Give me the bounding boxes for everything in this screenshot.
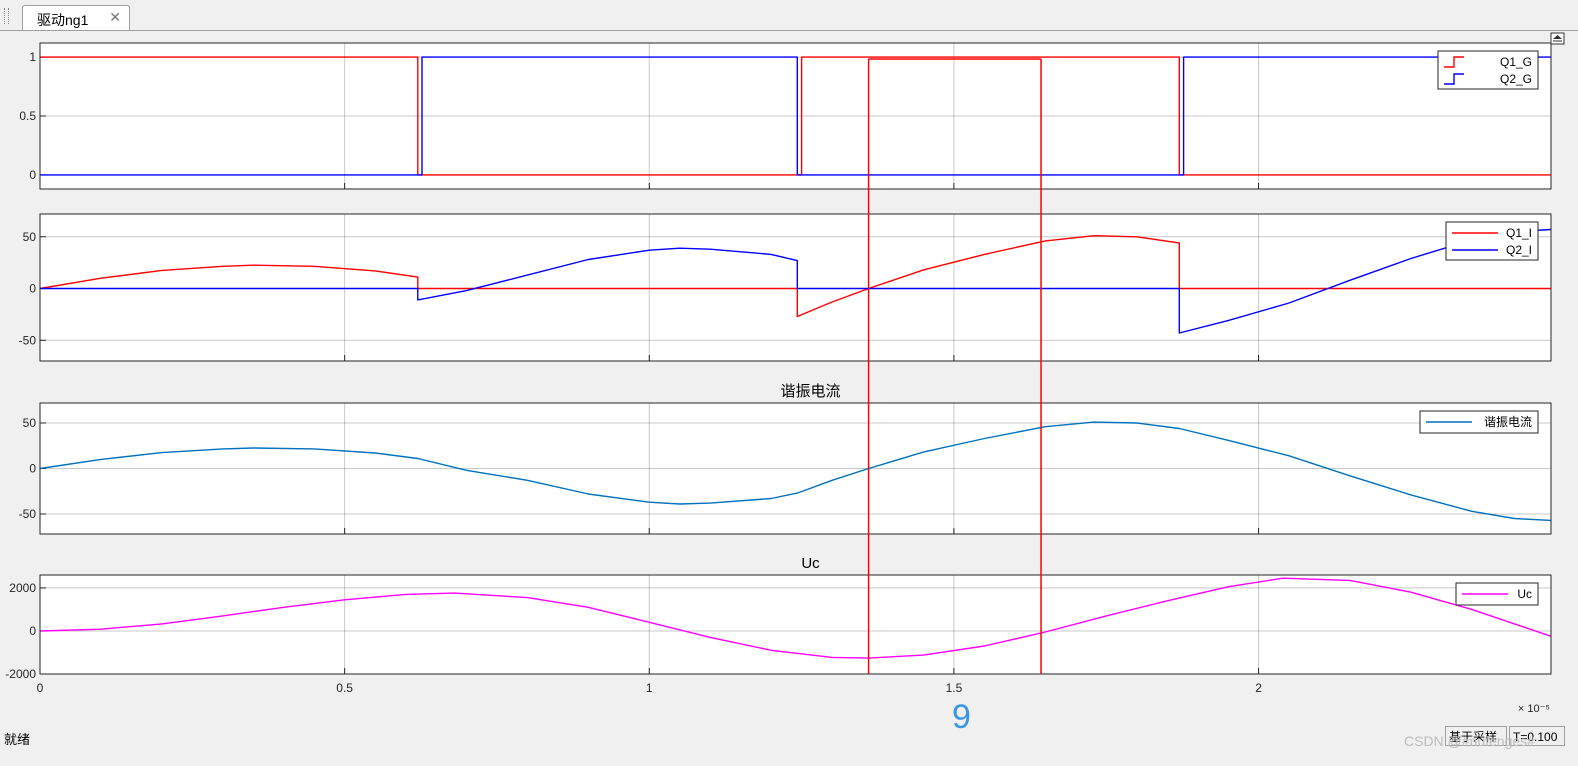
y-tick-label: -2000 — [5, 667, 36, 681]
legend-label: Q1_I — [1506, 226, 1532, 240]
legend-label: Q2_I — [1506, 243, 1532, 257]
y-tick-label: 50 — [23, 230, 37, 244]
y-tick-label: 0 — [29, 168, 36, 182]
y-tick-label: 0 — [29, 624, 36, 638]
y-tick-label: 50 — [23, 416, 37, 430]
x-tick-label: 1.5 — [946, 681, 963, 695]
axes-title: 谐振电流 — [780, 383, 840, 400]
y-tick-label: 2000 — [9, 581, 36, 595]
tab-scope[interactable]: 驱动ng1 ✕ — [22, 5, 130, 30]
y-tick-label: 1 — [29, 50, 36, 64]
y-tick-label: 0.5 — [19, 109, 36, 123]
legend-label: 谐振电流 — [1484, 415, 1532, 429]
page-number-overlay: 9 — [952, 698, 971, 736]
scope-plot-area[interactable]: 00.51 Q1_GQ2_G500-50Q1_IQ2_I500-50谐振电流谐振电… — [0, 31, 1578, 721]
document-tabbar: 驱动ng1 ✕ — [0, 0, 1578, 31]
x-tick-label: 2 — [1255, 681, 1262, 695]
y-tick-label: 0 — [29, 282, 36, 296]
status-ready-text: 就绪 — [4, 732, 31, 747]
x-exponent-label: × 10⁻⁵ — [1518, 703, 1550, 715]
axes-title: Uc — [801, 555, 820, 572]
legend-label: Q1_G — [1500, 55, 1532, 69]
watermark-text: CSDN @#nufenges# — [1404, 733, 1535, 749]
axes-background — [40, 214, 1551, 361]
y-tick-label: -50 — [19, 333, 37, 347]
x-tick-label: 0 — [37, 681, 44, 695]
axes-background — [40, 575, 1551, 674]
legend-label: Q2_G — [1500, 72, 1532, 86]
x-tick-label: 1 — [646, 681, 653, 695]
x-tick-label: 0.5 — [336, 681, 353, 695]
close-icon[interactable]: ✕ — [109, 9, 121, 26]
y-tick-label: 0 — [29, 462, 36, 476]
y-tick-label: -50 — [19, 507, 37, 521]
legend-label: Uc — [1517, 587, 1532, 601]
tab-label: 驱动ng1 — [37, 12, 89, 28]
tabbar-grip[interactable] — [4, 8, 9, 24]
